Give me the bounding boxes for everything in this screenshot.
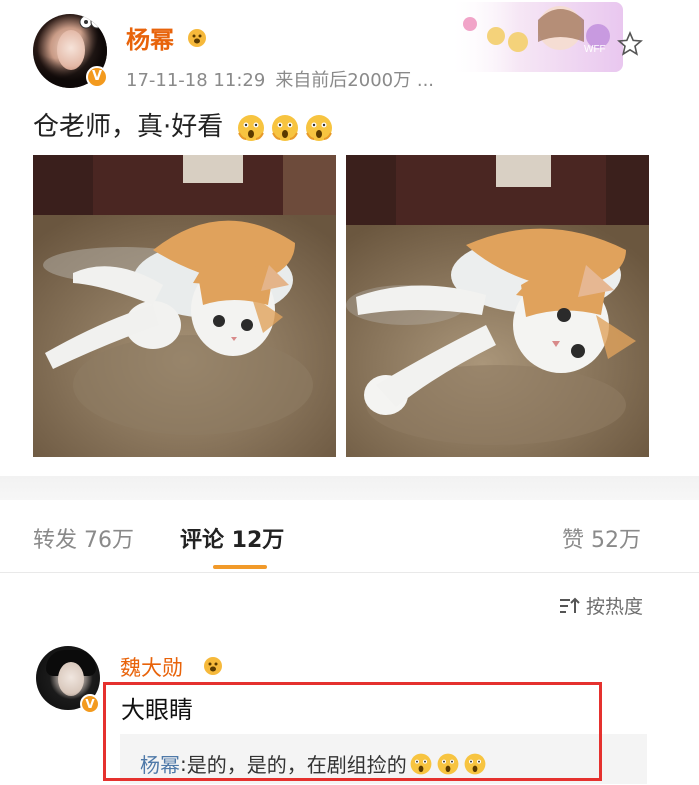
post-emojis bbox=[236, 113, 334, 143]
verified-badge: V bbox=[86, 66, 108, 88]
commenter-avatar-face bbox=[58, 662, 84, 696]
active-tab-indicator bbox=[213, 565, 267, 569]
scared-face-icon bbox=[305, 114, 332, 141]
tabs-divider bbox=[0, 572, 699, 573]
avatar-ears-icon bbox=[79, 15, 104, 29]
tab-like[interactable]: 赞 52万 bbox=[562, 522, 641, 554]
scared-face-icon bbox=[271, 114, 298, 141]
sort-icon bbox=[559, 597, 580, 613]
post-source[interactable]: 来自前后2000万 ... bbox=[275, 70, 434, 91]
post-timestamp: 17-11-18 11:29 bbox=[126, 70, 266, 91]
scared-face-icon bbox=[237, 114, 264, 141]
author-name[interactable]: 杨幂 bbox=[126, 20, 174, 55]
tab-comment[interactable]: 评论 12万 bbox=[180, 522, 284, 554]
svg-text:WFF: WFF bbox=[584, 44, 606, 55]
post-header: V 杨幂 17-11-18 11:29 来自前后2000万 ... WFF bbox=[0, 0, 699, 100]
post-text-content: 仓老师，真·好看 bbox=[33, 112, 224, 142]
header-card-decoration-icon: WFF bbox=[448, 2, 623, 72]
sort-by-hot-button[interactable]: 按热度 bbox=[558, 592, 643, 619]
post-image-2[interactable] bbox=[346, 155, 649, 457]
commenter-name[interactable]: 魏大勋 bbox=[120, 652, 183, 682]
post-image-1[interactable] bbox=[33, 155, 336, 457]
cat-photo-2 bbox=[346, 155, 649, 457]
post-action-tabs: 转发 76万 评论 12万 赞 52万 bbox=[0, 500, 699, 573]
sort-label: 按热度 bbox=[585, 596, 643, 618]
post-meta: 17-11-18 11:29 来自前后2000万 ... bbox=[126, 66, 434, 92]
tab-repost[interactable]: 转发 76万 bbox=[33, 522, 134, 554]
cat-photo-1 bbox=[33, 155, 336, 457]
commenter-verified-badge: V bbox=[80, 694, 100, 714]
section-divider bbox=[0, 476, 699, 500]
highlight-annotation-box bbox=[103, 682, 602, 781]
crown-emoji-icon bbox=[188, 29, 206, 47]
post-text: 仓老师，真·好看 bbox=[33, 106, 334, 143]
favorite-star-icon[interactable] bbox=[616, 30, 644, 58]
crown-emoji-icon bbox=[204, 657, 222, 675]
